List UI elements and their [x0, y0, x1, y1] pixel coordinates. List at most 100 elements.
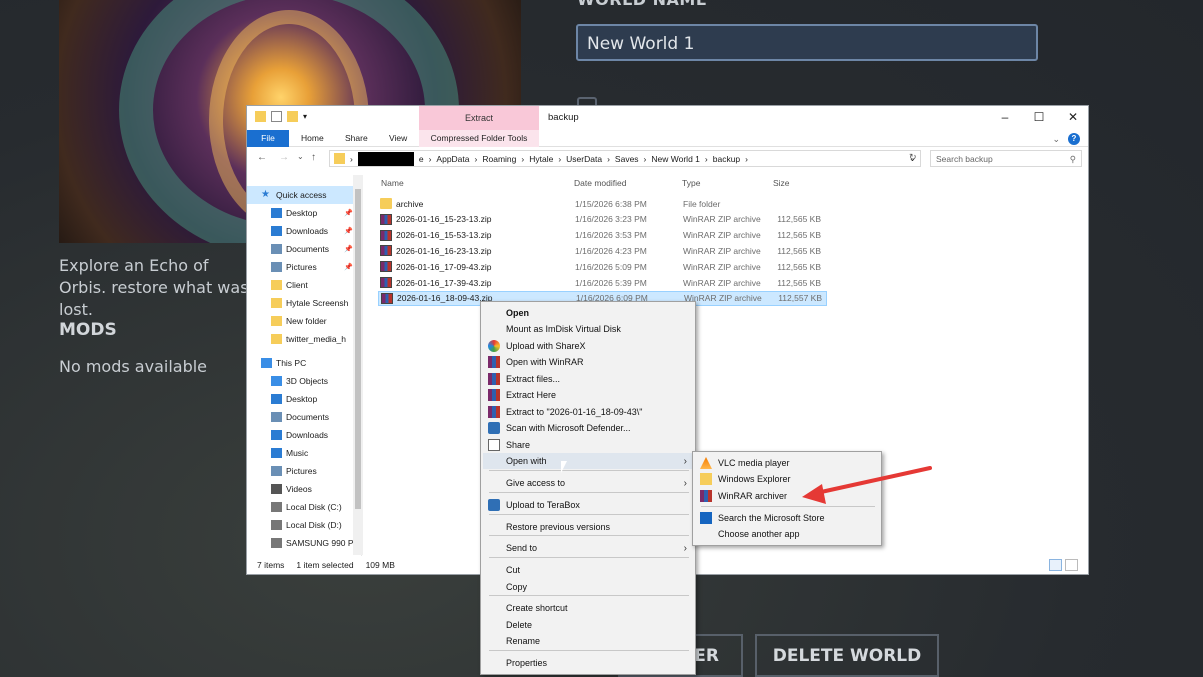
tab-compressed-folder-tools[interactable]: Compressed Folder Tools — [419, 130, 539, 147]
nav-item[interactable]: Videos — [247, 480, 357, 498]
expand-ribbon-icon[interactable]: ⌄ — [1052, 134, 1060, 145]
file-date: 1/16/2026 3:23 PM — [575, 214, 647, 225]
breadcrumb-segment[interactable]: Roaming — [482, 154, 516, 164]
nav-item[interactable]: New folder — [247, 312, 357, 330]
context-menu-item[interactable]: Open with › — [483, 453, 693, 469]
mouse-cursor-icon — [561, 461, 567, 473]
file-date: 1/16/2026 3:53 PM — [575, 230, 647, 241]
file-row[interactable]: 2026-01-16_17-09-43.zip 1/16/2026 5:09 PM… — [378, 259, 827, 274]
context-menu-item[interactable]: Scan with Microsoft Defender... — [483, 420, 693, 436]
forward-icon[interactable]: → — [279, 152, 289, 163]
nav-item[interactable]: Documents 📌 — [247, 240, 357, 258]
context-menu-label: Share — [506, 440, 531, 450]
nav-item[interactable]: Hytale Screensh — [247, 294, 357, 312]
recent-locations-icon[interactable]: ⌄ — [297, 152, 304, 161]
context-menu-item[interactable]: Copy — [483, 579, 693, 595]
nav-item[interactable]: ★ Quick access — [247, 186, 357, 204]
context-menu-item[interactable]: Open — [483, 305, 693, 321]
nav-item-label: twitter_media_h — [286, 334, 347, 344]
winrar-icon — [700, 490, 712, 502]
file-type: File folder — [683, 198, 721, 209]
large-icons-view-icon[interactable] — [1065, 559, 1078, 571]
delete-world-button[interactable]: DELETE WORLD — [755, 634, 939, 677]
close-icon[interactable]: ✕ — [1056, 106, 1088, 128]
help-icon[interactable]: ? — [1068, 133, 1080, 145]
nav-item[interactable]: SAMSUNG 990 P — [247, 534, 357, 552]
tab-file[interactable]: File — [247, 130, 289, 147]
world-name-input[interactable]: New World 1 — [576, 24, 1038, 61]
nav-item[interactable]: Client — [247, 276, 357, 294]
nav-item[interactable]: twitter_media_h — [247, 330, 357, 348]
open-with-item[interactable]: Search the Microsoft Store — [695, 510, 879, 526]
file-name: 2026-01-16_18-09-43.zip — [397, 293, 493, 304]
context-menu-item[interactable]: Restore previous versions — [483, 519, 693, 535]
nav-item-label: Local Disk (C:) — [286, 502, 342, 512]
nav-item[interactable]: Desktop 📌 — [247, 204, 357, 222]
customize-toolbar-icon[interactable]: ▾ — [303, 112, 307, 121]
column-type[interactable]: Type — [682, 178, 700, 188]
new-folder-icon[interactable] — [287, 111, 298, 122]
column-name[interactable]: Name — [381, 178, 404, 188]
context-menu-item[interactable]: Delete — [483, 617, 693, 633]
nav-item[interactable]: Documents — [247, 408, 357, 426]
context-menu-item[interactable]: Upload to TeraBox — [483, 497, 693, 513]
back-icon[interactable]: ← — [257, 152, 267, 163]
context-menu-item[interactable]: Share — [483, 437, 693, 453]
context-menu-item[interactable]: Cut — [483, 562, 693, 578]
tab-home[interactable]: Home — [293, 130, 332, 147]
context-menu-item[interactable]: Send to › — [483, 540, 693, 556]
nav-scrollbar-thumb[interactable] — [355, 189, 361, 509]
file-row[interactable]: archive 1/15/2026 6:38 PM File folder — [378, 196, 827, 211]
breadcrumb-segment[interactable]: Hytale — [529, 154, 553, 164]
nav-item[interactable]: Pictures 📌 — [247, 258, 357, 276]
context-menu-item[interactable]: Mount as ImDisk Virtual Disk — [483, 321, 693, 337]
context-menu-item[interactable]: Extract Here — [483, 387, 693, 403]
column-size[interactable]: Size — [773, 178, 790, 188]
refresh-icon[interactable]: ↻ — [909, 152, 917, 163]
extract-context-tab[interactable]: Extract — [419, 106, 539, 130]
file-row[interactable]: 2026-01-16_16-23-13.zip 1/16/2026 4:23 PM… — [378, 243, 827, 258]
address-bar[interactable]: › e › AppData › Roaming › Hytale › UserData ›… — [329, 150, 921, 167]
nav-item[interactable]: 3D Objects — [247, 372, 357, 390]
nav-item[interactable]: Pictures — [247, 462, 357, 480]
open-with-item[interactable]: Choose another app — [695, 526, 879, 542]
breadcrumb-segment[interactable]: UserData — [566, 154, 602, 164]
context-menu-item[interactable]: Properties — [483, 655, 693, 671]
breadcrumb-segment[interactable]: AppData — [436, 154, 469, 164]
nav-item[interactable]: Desktop — [247, 390, 357, 408]
context-menu-item[interactable]: Upload with ShareX — [483, 338, 693, 354]
search-input[interactable]: Search backup ⚲ — [930, 150, 1082, 167]
context-menu-item[interactable]: Rename — [483, 633, 693, 649]
tab-view[interactable]: View — [381, 130, 415, 147]
nav-item[interactable]: This PC — [247, 354, 357, 372]
breadcrumb-segment[interactable]: Saves — [615, 154, 639, 164]
file-row[interactable]: 2026-01-16_15-23-13.zip 1/16/2026 3:23 PM… — [378, 212, 827, 227]
minimize-icon[interactable]: – — [988, 106, 1022, 128]
nav-item[interactable]: Downloads — [247, 426, 357, 444]
context-menu-item[interactable]: Give access to › — [483, 475, 693, 491]
videos-icon — [271, 484, 282, 494]
mods-empty-text: No mods available — [59, 357, 208, 376]
context-menu-item[interactable]: Create shortcut — [483, 600, 693, 616]
context-menu-item[interactable]: Open with WinRAR — [483, 354, 693, 370]
world-description: Explore an Echo of Orbis. restore what w… — [59, 256, 249, 319]
file-row[interactable]: 2026-01-16_15-53-13.zip 1/16/2026 3:53 PM… — [378, 228, 827, 243]
tab-share[interactable]: Share — [337, 130, 376, 147]
context-menu-item[interactable]: Extract files... — [483, 371, 693, 387]
up-icon[interactable]: ↑ — [311, 152, 316, 163]
nav-item[interactable]: Local Disk (C:) — [247, 498, 357, 516]
nav-item[interactable]: Local Disk (D:) — [247, 516, 357, 534]
maximize-icon[interactable]: ☐ — [1022, 106, 1056, 128]
breadcrumb-segment[interactable]: New World 1 — [651, 154, 700, 164]
details-view-icon[interactable] — [1049, 559, 1062, 571]
nav-item[interactable]: Downloads 📌 — [247, 222, 357, 240]
file-name: 2026-01-16_16-23-13.zip — [396, 245, 492, 256]
breadcrumb-segment[interactable]: e — [419, 154, 424, 164]
nav-item[interactable]: Music — [247, 444, 357, 462]
file-row[interactable]: 2026-01-16_17-39-43.zip 1/16/2026 5:39 PM… — [378, 275, 827, 290]
properties-icon[interactable] — [271, 111, 282, 122]
context-menu-item[interactable]: Extract to "2026-01-16_18-09-43\" — [483, 404, 693, 420]
context-menu-label: Upload to TeraBox — [506, 500, 580, 510]
breadcrumb-segment[interactable]: backup — [713, 154, 740, 164]
column-date-modified[interactable]: Date modified — [574, 178, 626, 188]
